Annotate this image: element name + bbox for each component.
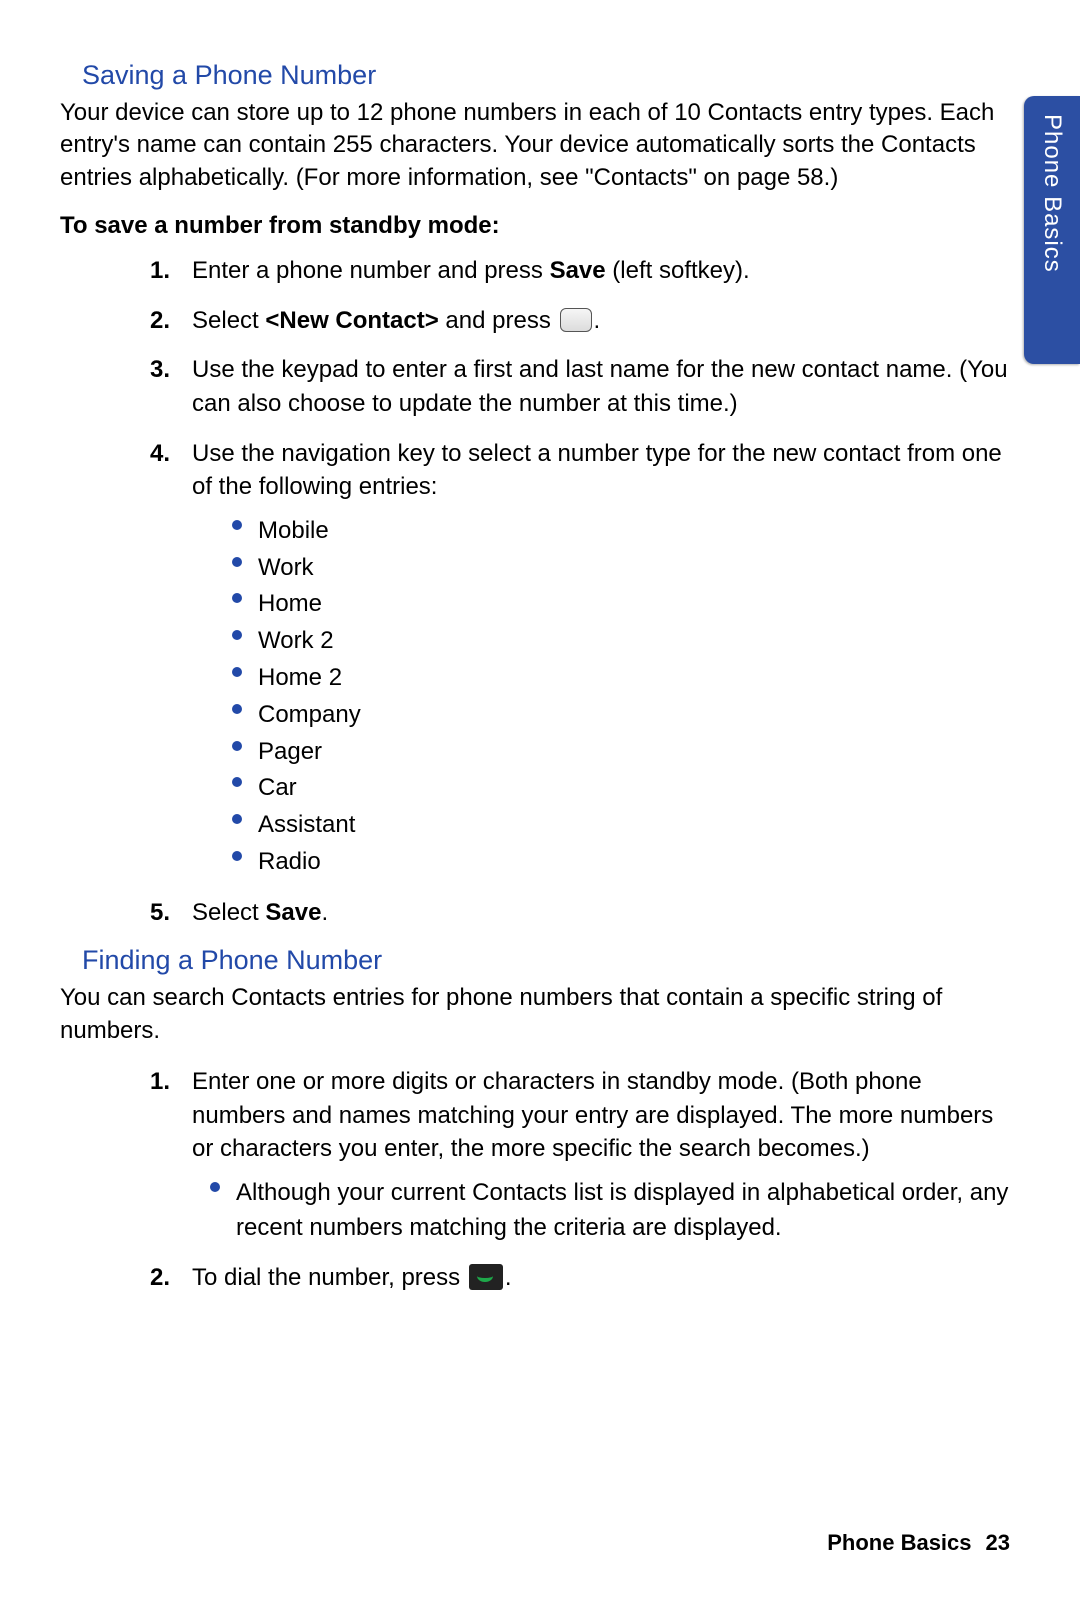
intro-finding: You can search Contacts entries for phon… <box>60 982 1020 1047</box>
bullet-work2: Work 2 <box>232 624 1020 659</box>
bullet-work: Work <box>232 551 1020 586</box>
find-step-2-text-a: To dial the number, press <box>192 1264 467 1291</box>
number-type-list: Mobile Work Home Work 2 Home 2 Company P… <box>232 514 1020 880</box>
bullet-assistant: Assistant <box>232 808 1020 843</box>
step-2-newcontact: <New Contact> <box>265 307 438 334</box>
find-step-1-text: Enter one or more digits or characters i… <box>192 1068 993 1162</box>
find-step-1-sub: Although your current Contacts list is d… <box>210 1176 1020 1246</box>
find-step-2: To dial the number, press . <box>150 1261 1020 1295</box>
bullet-car: Car <box>232 771 1020 806</box>
step-1-text-a: Enter a phone number and press <box>192 257 550 284</box>
find-step-1: Enter one or more digits or characters i… <box>150 1065 1020 1245</box>
intro-saving: Your device can store up to 12 phone num… <box>60 97 1020 194</box>
find-step-2-text-b: . <box>505 1264 512 1291</box>
bullet-radio: Radio <box>232 845 1020 880</box>
step-5-text-c: . <box>321 899 328 926</box>
step-4: Use the navigation key to select a numbe… <box>150 437 1020 880</box>
step-5-text-a: Select <box>192 899 265 926</box>
step-5: Select Save. <box>150 896 1020 930</box>
step-5-save: Save <box>265 899 321 926</box>
step-1: Enter a phone number and press Save (lef… <box>150 254 1020 288</box>
heading-saving: Saving a Phone Number <box>82 60 1020 91</box>
bullet-pager: Pager <box>232 735 1020 770</box>
bullet-home2: Home 2 <box>232 661 1020 696</box>
step-1-save: Save <box>550 257 606 284</box>
bullet-mobile: Mobile <box>232 514 1020 549</box>
footer-page-number: 23 <box>986 1530 1010 1555</box>
heading-finding: Finding a Phone Number <box>82 945 1020 976</box>
bullet-company: Company <box>232 698 1020 733</box>
step-4-text: Use the navigation key to select a numbe… <box>192 440 1002 501</box>
step-2: Select <New Contact> and press . <box>150 304 1020 338</box>
step-2-text-a: Select <box>192 307 265 334</box>
step-2-text-c: and press <box>439 307 558 334</box>
bullet-home: Home <box>232 587 1020 622</box>
step-2-text-d: . <box>594 307 601 334</box>
subheading-standby: To save a number from standby mode: <box>60 212 1020 240</box>
steps-saving: Enter a phone number and press Save (lef… <box>150 254 1020 929</box>
step-3: Use the keypad to enter a first and last… <box>150 353 1020 420</box>
find-step-1-sublist: Although your current Contacts list is d… <box>210 1176 1020 1246</box>
step-1-text-c: (left softkey). <box>606 257 750 284</box>
steps-finding: Enter one or more digits or characters i… <box>150 1065 1020 1295</box>
manual-page: Phone Basics Saving a Phone Number Your … <box>0 0 1080 1620</box>
call-key-icon <box>469 1264 503 1290</box>
section-tab: Phone Basics <box>1024 96 1080 364</box>
footer-label: Phone Basics <box>827 1530 971 1555</box>
ok-key-icon <box>560 308 592 332</box>
page-footer: Phone Basics 23 <box>827 1530 1010 1556</box>
